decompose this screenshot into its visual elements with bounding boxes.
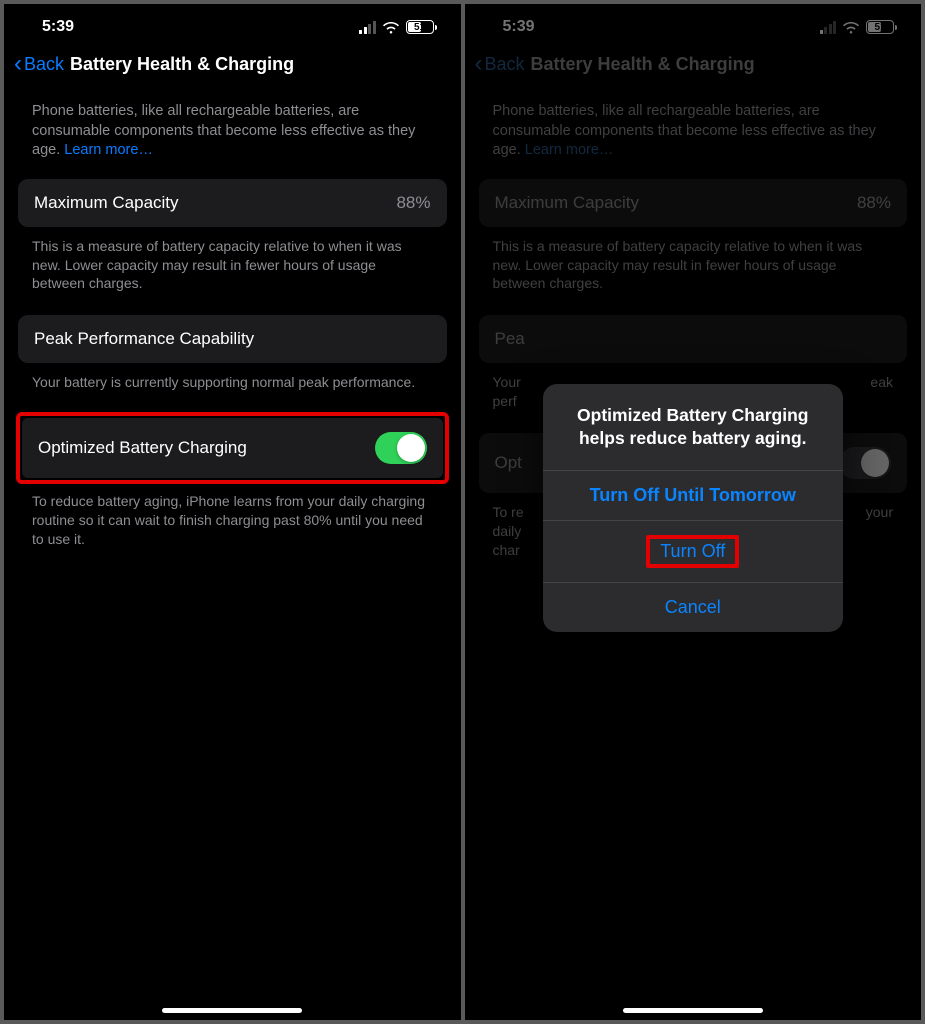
- action-sheet: Optimized Battery Charging helps reduce …: [543, 384, 843, 632]
- home-indicator[interactable]: [162, 1008, 302, 1013]
- back-button[interactable]: ‹ Back: [14, 52, 64, 76]
- chevron-left-icon: ‹: [14, 52, 22, 76]
- screenshot-right: 5:39 51 ‹ Back Battery Health & Charging: [465, 4, 922, 1020]
- peak-performance-footer: Your battery is currently supporting nor…: [18, 363, 447, 414]
- turn-off-button[interactable]: Turn Off: [543, 520, 843, 582]
- highlight-turn-off: Turn Off: [646, 535, 739, 568]
- optimized-charging-label: Optimized Battery Charging: [38, 438, 247, 458]
- highlight-optimized-row: Optimized Battery Charging: [16, 412, 449, 484]
- max-capacity-value: 88%: [396, 193, 430, 213]
- peak-performance-label: Peak Performance Capability: [34, 329, 254, 349]
- learn-more-link[interactable]: Learn more…: [64, 142, 153, 158]
- status-bar: 5:39 51: [4, 4, 461, 40]
- max-capacity-row[interactable]: Maximum Capacity 88%: [18, 179, 447, 227]
- back-label: Back: [24, 54, 64, 75]
- intro-text: Phone batteries, like all rechargeable b…: [18, 88, 447, 179]
- max-capacity-label: Maximum Capacity: [34, 193, 179, 213]
- turn-off-until-tomorrow-button[interactable]: Turn Off Until Tomorrow: [543, 470, 843, 520]
- home-indicator[interactable]: [623, 1008, 763, 1013]
- optimized-charging-footer: To reduce battery aging, iPhone learns f…: [18, 482, 447, 571]
- battery-icon: 51: [406, 20, 437, 34]
- max-capacity-footer: This is a measure of battery capacity re…: [18, 227, 447, 316]
- optimized-charging-row[interactable]: Optimized Battery Charging: [22, 418, 443, 478]
- peak-performance-row[interactable]: Peak Performance Capability: [18, 315, 447, 363]
- page-title: Battery Health & Charging: [70, 54, 294, 75]
- clock: 5:39: [28, 18, 74, 36]
- sheet-title: Optimized Battery Charging helps reduce …: [543, 384, 843, 470]
- cancel-button[interactable]: Cancel: [543, 582, 843, 632]
- nav-header: ‹ Back Battery Health & Charging: [4, 40, 461, 88]
- cellular-signal-icon: [359, 21, 376, 34]
- optimized-charging-toggle[interactable]: [375, 432, 427, 464]
- screenshot-left: 5:39 51 ‹ Back Battery Health & Charging: [4, 4, 461, 1020]
- wifi-icon: [382, 21, 400, 34]
